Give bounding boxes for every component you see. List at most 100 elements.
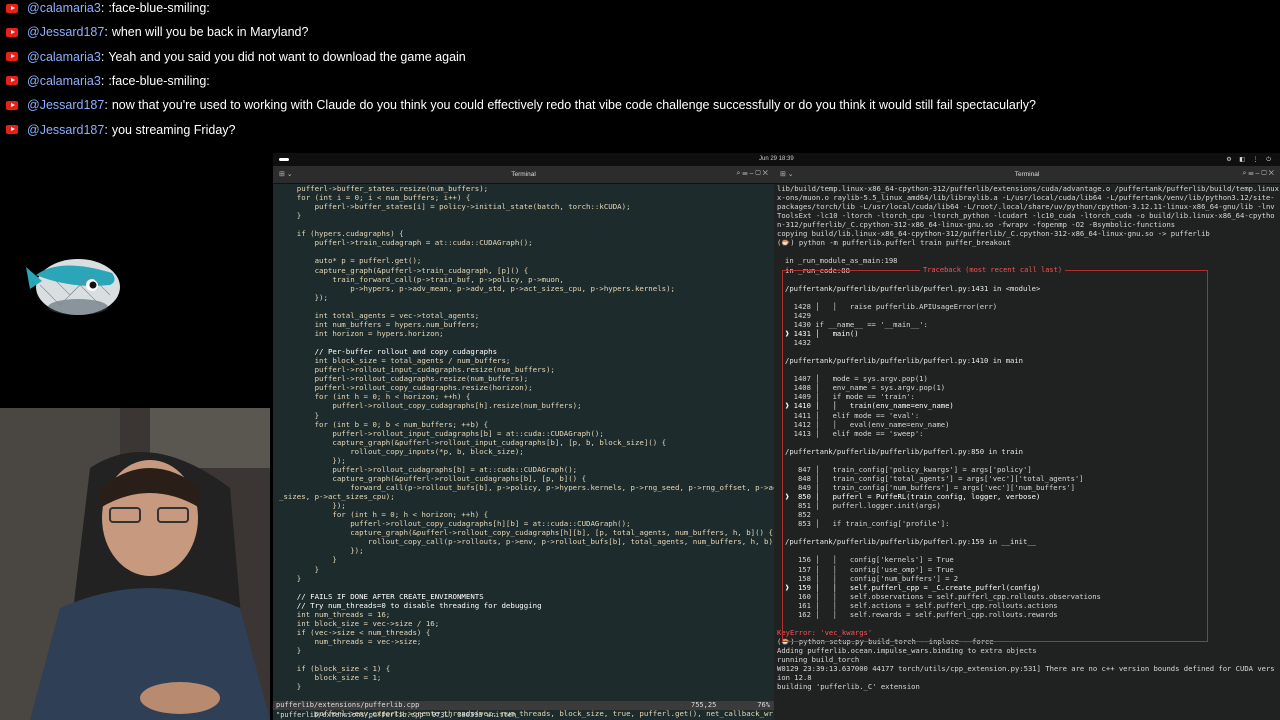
chat-separator: : (100, 1, 105, 15)
code-line: int block_size = total_agents / num_buff… (279, 356, 511, 366)
chat-username[interactable]: @Jessard187 (27, 98, 104, 112)
code-line: for (int i = 0; i < num_buffers; i++) { (279, 193, 471, 203)
code-line: }); (279, 501, 346, 511)
code-line: } (279, 564, 320, 574)
terminal-left[interactable]: ⊞ ⌄ Terminal ⌕ ☰ – ▢ ✕ pufferl->buffer_s… (273, 166, 774, 720)
terminal-line: lib/build/temp.linux-x86_64-cpython-312/… (777, 184, 1280, 193)
code-line: auto* p = pufferl.get(); (279, 256, 422, 266)
terminal-left-titlebar: ⊞ ⌄ Terminal ⌕ ☰ – ▢ ✕ (273, 166, 774, 184)
code-line: pufferl->train_cudagraph = at::cuda::CUD… (279, 238, 533, 248)
terminal-line: copying build/lib.linux-x86_64-cpython-3… (777, 229, 1210, 239)
youtube-icon (6, 52, 18, 62)
code-line: pufferl->rollout_cudagraphs.resize(num_b… (279, 374, 529, 384)
code-line: for (int h = 0; h < horizon; ++h) { (279, 510, 489, 520)
terminal-line: building 'pufferlib._C' extension (777, 682, 920, 692)
chat-text: Yeah and you said you did not want to do… (108, 49, 466, 64)
terminal-right-title: Terminal (1014, 171, 1040, 178)
code-line: // Try num_threads=0 to disable threadin… (279, 600, 542, 610)
system-top-bar: Jun 29 18:39 ⚙ ◧ ⋮ ⏻ (273, 153, 1280, 166)
code-line: pufferl->rollout_copy_cudagraphs.resize(… (279, 383, 533, 393)
youtube-icon (6, 76, 18, 86)
code-line: capture_graph(&pufferl->rollout_copy_cud… (279, 528, 773, 538)
code-line: }); (279, 546, 364, 556)
code-line: } (279, 646, 302, 656)
code-line: if (hypers.cudagraphs) { (279, 229, 404, 239)
youtube-icon (6, 125, 18, 134)
chat-username[interactable]: @calamaria3 (27, 50, 101, 64)
code-line: p->hypers, p->adv_mean, p->adv_std, p->a… (279, 283, 676, 293)
chat-overlay: @calamaria3::face-blue-smiling: @Jessard1… (0, 0, 1280, 150)
chat-separator: : (100, 49, 105, 64)
editor-message-line: "pufferlib/extensions/pufferlib.cpp" 973… (276, 711, 517, 719)
chat-username[interactable]: @calamaria3 (27, 74, 101, 88)
code-line: pufferl->rollout_cudagraphs[b] = at::cud… (279, 464, 578, 474)
code-line: for (int b = 0; b < num_buffers; ++b) { (279, 419, 489, 429)
youtube-icon (6, 3, 18, 13)
chat-separator: : (104, 25, 108, 40)
code-line: // Per-buffer rollout and copy cudagraph… (279, 347, 498, 357)
code-line: } (279, 555, 337, 565)
chat-username[interactable]: @calamaria3 (27, 1, 101, 15)
code-line: int block_size = vec->size / 16; (279, 618, 440, 628)
activities-button[interactable] (279, 158, 289, 161)
code-line: pufferl->rollout_input_cudagraphs.resize… (279, 365, 555, 375)
code-line: pufferl->rollout_copy_cudagraphs[h][b] =… (279, 519, 631, 529)
window-controls-icon[interactable]: ⌕ ☰ – ▢ ✕ (1242, 170, 1274, 178)
code-line: pufferl->rollout_copy_cudagraphs[h].resi… (279, 401, 582, 411)
terminal-line: in _run_module_as_main:198 (785, 256, 898, 266)
webcam-feed (0, 408, 270, 720)
status-position: 755,25 (691, 701, 717, 709)
status-file: pufferlib/extensions/pufferlib.cpp (276, 701, 420, 709)
code-line: int num_threads = 16; (279, 609, 391, 619)
code-line: pufferl->buffer_states[i] = policy->init… (279, 202, 631, 212)
chat-message: @calamaria3::face-blue-smiling: (6, 0, 210, 19)
chat-separator: : (100, 73, 105, 88)
terminal-line: x-ons/muon.o raylib-5.5_linux_amd64/lib/… (777, 193, 1275, 203)
terminal-left-title: Terminal (511, 171, 536, 178)
code-line: _sizes, p->act_sizes_cpu); (279, 492, 395, 502)
chat-message: @Jessard187: now that you're used to work… (6, 94, 1036, 116)
system-tray[interactable]: ⚙ ◧ ⋮ ⏻ (1226, 156, 1274, 164)
code-line: forward_call(p->rollout_bufs[b], p->poli… (279, 482, 774, 492)
code-line: block_size = 1; (279, 673, 382, 683)
code-line: num_threads = vec->size; (279, 637, 422, 646)
code-line: pufferl->rollout_input_cudagraphs[b] = a… (279, 428, 604, 438)
code-line: int total_agents = vec->total_agents; (279, 310, 480, 320)
code-line: if (block_size < 1) { (279, 664, 391, 674)
code-line: }); (279, 455, 346, 465)
chat-text: now that you're used to working with Cla… (111, 98, 1037, 113)
code-line: // FAILS IF DONE AFTER CREATE_ENVIRONMEN… (279, 591, 484, 601)
chat-message: @Jessard187: when will you be back in Mar… (6, 21, 308, 43)
terminal-line: Adding pufferlib.ocean.impulse_wars.bind… (777, 646, 1037, 656)
code-line: capture_graph(&pufferl->train_cudagraph,… (279, 265, 529, 275)
chat-username[interactable]: @Jessard187 (27, 25, 104, 39)
pufferfish-mascot (26, 259, 120, 315)
editor-status-line: pufferlib/extensions/pufferlib.cpp 755,2… (273, 701, 774, 710)
code-line: train_forward_call(p->train_buf, p->poli… (279, 274, 564, 284)
terminal-line: packages/torch/lib -L/usr/local/cuda/lib… (777, 202, 1275, 212)
code-line: capture_graph(&pufferl->rollout_cudagrap… (279, 473, 587, 483)
terminal-line: ToolsExt -lc10 -ltorch -ltorch_cpu -ltor… (777, 211, 1275, 221)
terminal-line: (🐡) python -m pufferlib.pufferl train pu… (777, 238, 1011, 248)
window-controls-icon[interactable]: ⌕ ☰ – ▢ ✕ (736, 170, 768, 178)
code-line: pufferl->buffer_states.resize(num_buffer… (279, 184, 489, 193)
code-line: if (vec->size < num_threads) { (279, 627, 431, 637)
code-line: rollout_copy_call(p->rollouts, p->env, p… (279, 537, 774, 547)
chat-message: @calamaria3::face-blue-smiling: (6, 70, 210, 92)
chat-separator: : (104, 98, 108, 113)
clock[interactable]: Jun 29 18:39 (759, 156, 794, 162)
code-line: } (279, 410, 320, 420)
chat-message: @Jessard187: you streaming Friday? (6, 119, 235, 141)
chat-username[interactable]: @Jessard187 (27, 123, 104, 137)
code-line: int num_buffers = hypers.num_buffers; (279, 319, 480, 329)
code-line: } (279, 682, 302, 692)
editor-code-area[interactable]: pufferl->buffer_states.resize(num_buffer… (273, 184, 774, 720)
chat-message: @calamaria3: Yeah and you said you did no… (6, 46, 466, 68)
chat-text: :face-blue-smiling: (108, 1, 210, 15)
code-line: } (279, 211, 302, 221)
chat-text: you streaming Friday? (111, 122, 236, 137)
code-line: rollout_copy_inputs(*p, b, block_size); (279, 446, 524, 456)
chat-text: :face-blue-smiling: (108, 73, 210, 88)
terminal-line: W0129 23:39:13.637000 44177 torch/utils/… (777, 664, 1275, 674)
terminal-line: running build_torch (777, 655, 860, 665)
